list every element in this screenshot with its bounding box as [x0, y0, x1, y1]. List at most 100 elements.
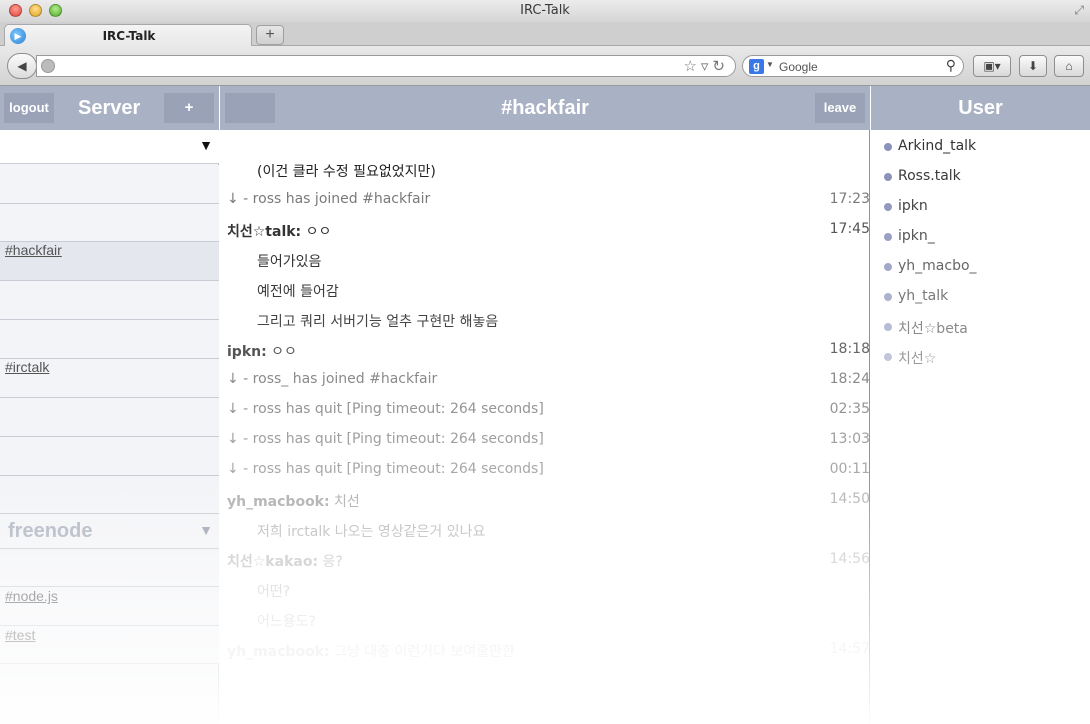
message-text: 저희 irctalk 나오는 영상같은거 있나요 [257, 524, 486, 540]
message-time: 18:24 [829, 371, 870, 387]
back-arrow-icon: ◀ [17, 59, 27, 73]
message: (이건 클라 수정 필요없었지만) [220, 156, 870, 186]
channel-item-test[interactable]: #test [0, 626, 219, 664]
download-arrow-icon: ⬇ [1027, 59, 1039, 73]
new-tab-button[interactable]: + [256, 25, 284, 45]
message-text: 그냥 대충 이런거다 보여줄만한 [334, 644, 515, 660]
message-nick[interactable]: ipkn: [227, 344, 267, 360]
message: ↓ - ross has quit [Ping timeout: 264 sec… [220, 456, 870, 486]
server-row[interactable]: freenode ▼ [0, 514, 219, 549]
back-button[interactable]: ◀ [7, 53, 37, 79]
bookmarks-button[interactable]: ▣▾ [973, 55, 1011, 77]
user-item[interactable]: yh_macbo_ [871, 253, 1090, 283]
channel-row-empty[interactable] [0, 320, 219, 359]
message: 저희 irctalk 나오는 영상같은거 있나요 [220, 516, 870, 546]
server-name: freenode [8, 520, 93, 542]
tab-irc-talk[interactable]: ▶ IRC-Talk [4, 24, 252, 47]
message-text: 들어가있음 [257, 254, 322, 270]
collapse-arrow-icon[interactable]: ▼ [199, 137, 213, 153]
message-time: 14:57 [829, 641, 870, 657]
message-text: 예전에 들어감 [257, 284, 339, 300]
leave-button[interactable]: leave [815, 93, 865, 123]
user-panel-title: User [958, 97, 1003, 119]
url-bar[interactable]: ☆▿↻ [36, 55, 736, 77]
channel-title: #hackfair [501, 97, 589, 119]
server-row[interactable]: ▼ [0, 130, 219, 164]
channel-row-empty[interactable] [0, 165, 219, 204]
home-button[interactable]: ⌂ [1054, 55, 1084, 77]
message: 치선☆talk: ㅇㅇ 17:45 [220, 216, 870, 246]
user-item[interactable]: 치선☆ [871, 343, 1090, 373]
message-text: ↓ - ross_ has joined #hackfair [227, 371, 438, 387]
user-panel-header: User [871, 86, 1090, 130]
tab-bar: ▶ IRC-Talk + [0, 22, 1090, 47]
message-time: 13:03 [829, 431, 870, 447]
user-status-dot-icon [884, 293, 892, 301]
logout-button[interactable]: logout [4, 93, 54, 123]
channel-row-empty[interactable] [0, 281, 219, 320]
search-icon[interactable]: ⚲ [946, 57, 956, 74]
search-bar[interactable]: g ▼ Google ⚲ [742, 55, 964, 77]
history-dropdown-icon[interactable]: ▿ [701, 58, 713, 75]
user-status-dot-icon [884, 323, 892, 331]
window-title: IRC-Talk [520, 3, 570, 18]
window-titlebar: IRC-Talk ⤢ [0, 0, 1090, 22]
channel-row-empty[interactable] [0, 204, 219, 242]
user-panel: User Arkind_talk Ross.talk ipkn ipkn_ yh… [871, 86, 1090, 724]
message-text: 치선 [334, 494, 360, 510]
message-text: 그리고 쿼리 서버기능 얼추 구현만 해놓음 [257, 314, 499, 330]
message: 들어가있음 [220, 246, 870, 276]
channel-item-nodejs[interactable]: #node.js [0, 587, 219, 626]
message-nick[interactable]: yh_macbook: [227, 644, 330, 660]
message-time: 00:11 [829, 461, 870, 477]
user-status-dot-icon [884, 203, 892, 211]
user-name: 치선☆ [898, 351, 937, 367]
channel-item-hackfair[interactable]: #hackfair [0, 242, 219, 281]
add-server-button[interactable]: + [164, 93, 214, 123]
bookmark-star-icon[interactable]: ☆ [683, 58, 700, 75]
message: 어느용도? [220, 606, 870, 636]
user-name: Ross.talk [898, 168, 961, 184]
message-time: 02:35 [829, 401, 870, 417]
message-text: ㅇㅇ [305, 224, 332, 240]
channel-row-empty[interactable] [0, 398, 219, 437]
message: 어떤? [220, 576, 870, 606]
user-status-dot-icon [884, 233, 892, 241]
user-status-dot-icon [884, 173, 892, 181]
fullscreen-icon[interactable]: ⤢ [1074, 3, 1084, 18]
search-engine-dropdown-icon[interactable]: ▼ [766, 60, 774, 69]
server-panel-header: logout Server + [0, 86, 219, 130]
message-text: 응? [322, 554, 343, 570]
channel-item-irctalk[interactable]: #irctalk [0, 359, 219, 398]
collapse-arrow-icon[interactable]: ▼ [199, 522, 213, 538]
user-item[interactable]: ipkn_ [871, 223, 1090, 253]
user-item[interactable]: yh_talk [871, 283, 1090, 313]
message-text: ↓ - ross has quit [Ping timeout: 264 sec… [227, 461, 544, 477]
user-status-dot-icon [884, 263, 892, 271]
user-item[interactable]: Arkind_talk [871, 133, 1090, 163]
message-time: 17:45 [829, 221, 870, 237]
user-status-dot-icon [884, 353, 892, 361]
message-nick[interactable]: 치선☆kakao: [227, 554, 318, 570]
user-name: yh_talk [898, 288, 949, 304]
channel-row-empty[interactable] [0, 549, 219, 587]
message: ↓ - ross_ has joined #hackfair 18:24 [220, 366, 870, 396]
user-item[interactable]: Ross.talk [871, 163, 1090, 193]
channel-row-empty[interactable] [0, 476, 219, 514]
user-status-dot-icon [884, 143, 892, 151]
channel-row-empty[interactable] [0, 437, 219, 476]
user-item[interactable]: ipkn [871, 193, 1090, 223]
reload-icon[interactable]: ↻ [712, 58, 729, 75]
google-icon[interactable]: g [749, 59, 764, 74]
chat-header: #hackfair leave [220, 86, 870, 130]
chat-panel: #hackfair leave (이건 클라 수정 필요없었지만) ↓ - ro… [220, 86, 870, 724]
user-item[interactable]: 치선☆beta [871, 313, 1090, 343]
user-name: yh_macbo_ [898, 258, 977, 274]
message-nick[interactable]: yh_macbook: [227, 494, 330, 510]
channel-label: #test [5, 627, 36, 643]
navigation-toolbar: ◀ ☆▿↻ g ▼ Google ⚲ ▣▾ ⬇ ⌂ [0, 46, 1090, 86]
message: 예전에 들어감 [220, 276, 870, 306]
downloads-button[interactable]: ⬇ [1019, 55, 1047, 77]
message-nick[interactable]: 치선☆talk: [227, 224, 301, 240]
tab-label: IRC-Talk [102, 29, 156, 43]
